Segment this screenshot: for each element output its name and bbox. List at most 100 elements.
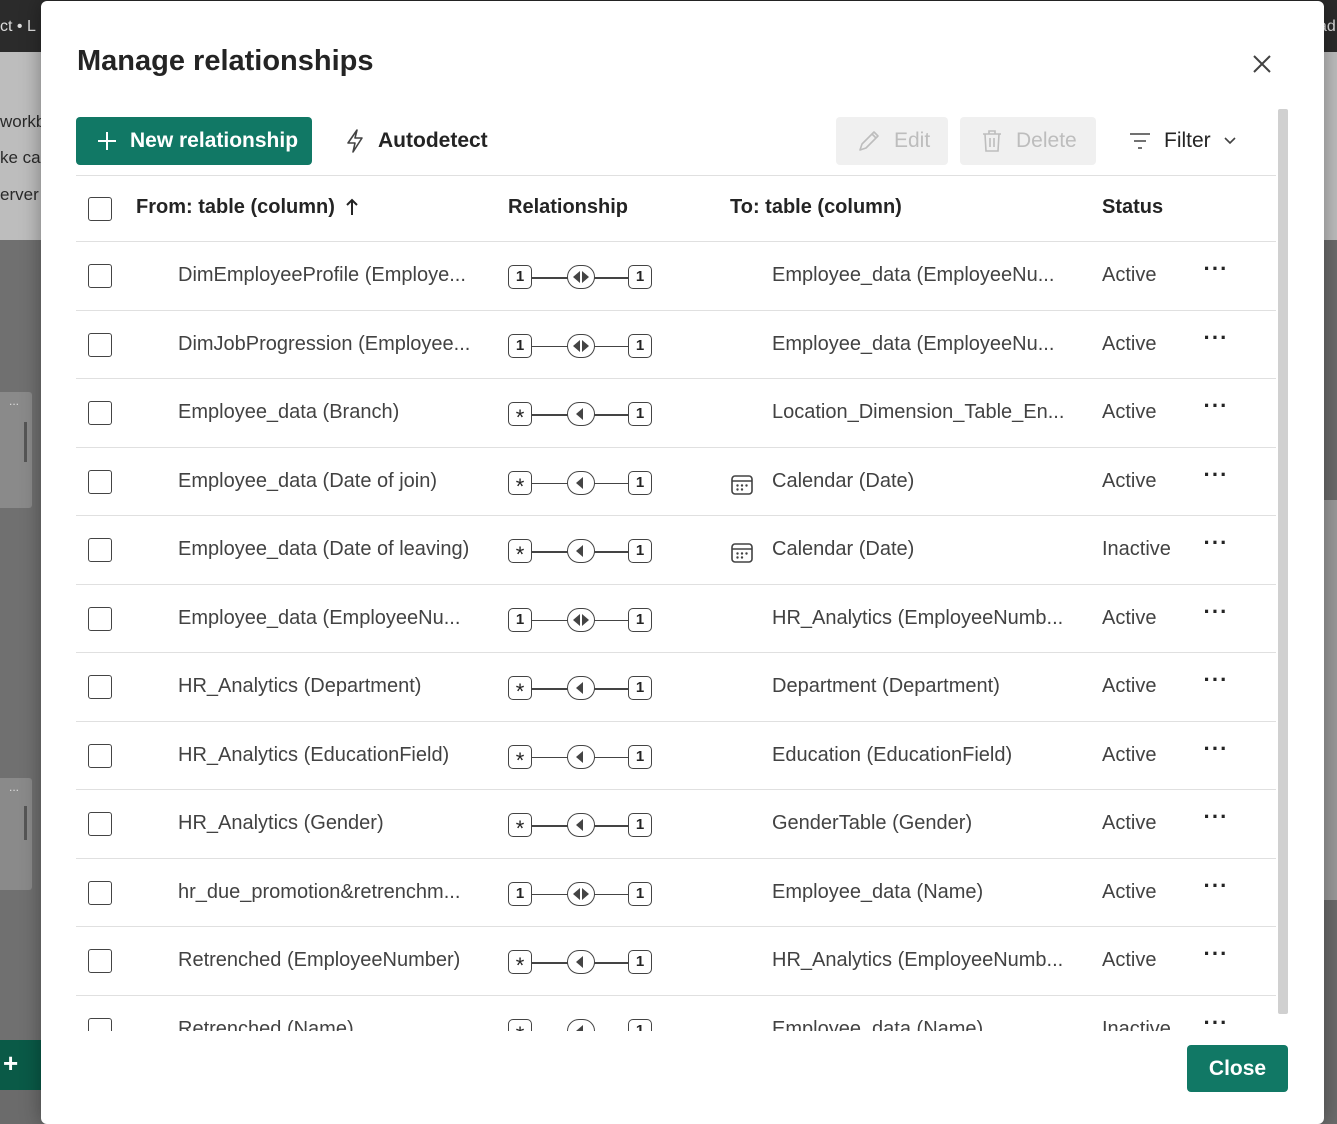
more-options-icon[interactable]: ··· (1202, 393, 1230, 421)
row-from-table: Employee_data (Date of join) (178, 469, 438, 492)
status-text: Active (1102, 401, 1157, 423)
background-table-card: ... (0, 392, 32, 508)
background-canvas (0, 240, 42, 1040)
manage-relationships-dialog: Manage relationships New relationship Au… (41, 1, 1324, 1124)
more-options-icon[interactable]: ··· (1202, 941, 1230, 969)
table-row[interactable]: Employee_data (Branch) * 1 Location_Dimensi… (76, 379, 1276, 448)
relationship-line (594, 688, 628, 690)
autodetect-button[interactable]: Autodetect (344, 117, 488, 165)
row-checkbox[interactable] (88, 743, 112, 768)
background-table-card: ... (0, 778, 32, 890)
to-cardinality: 1 (628, 950, 652, 974)
from-cardinality: * (508, 402, 532, 430)
to-cardinality: 1 (628, 265, 652, 289)
table-row[interactable]: HR_Analytics (EducationField) * 1 Education… (76, 722, 1276, 790)
more-options-icon[interactable]: ··· (1202, 736, 1230, 764)
row-checkbox[interactable] (88, 332, 112, 357)
more-options-icon[interactable]: ··· (1202, 667, 1230, 695)
table-scrollbar[interactable] (1278, 109, 1288, 1014)
more-options-icon[interactable]: ··· (1202, 530, 1230, 558)
to-cardinality: 1 (628, 333, 652, 358)
relationship-line (594, 962, 628, 964)
row-checkbox[interactable] (88, 469, 112, 494)
from-cardinality: 1 (508, 265, 532, 289)
relationship-diagram: 11 (506, 262, 656, 292)
from-cardinality: * (508, 676, 532, 704)
row-to-table: HR_Analytics (EmployeeNumb... (772, 949, 1064, 971)
table-row[interactable]: Employee_data (Date of join) * 1 Calendar (… (76, 448, 1276, 516)
background-right-panel (1324, 52, 1337, 240)
relationship-line (594, 551, 628, 553)
table-row[interactable]: HR_Analytics (Gender) * 1 GenderTable (Gend… (76, 790, 1276, 859)
relationship-line (532, 414, 568, 416)
row-checkbox[interactable] (88, 949, 112, 973)
more-options-icon[interactable]: ··· (1202, 325, 1230, 353)
relationship-line (532, 688, 568, 690)
table-row[interactable]: Employee_data (Date of leaving) * 1 Calenda… (76, 516, 1276, 585)
row-from-table: Retrenched (Name) (178, 1017, 354, 1032)
close-button[interactable]: Close (1187, 1045, 1288, 1092)
background-card-menu: ... (9, 394, 20, 408)
trash-icon (983, 130, 1001, 152)
table-row[interactable]: Retrenched (Name)*1Employee_data (Name)I… (76, 996, 1276, 1032)
row-checkbox[interactable] (88, 538, 112, 562)
status-text: Active (1102, 743, 1157, 766)
to-cardinality: 1 (628, 744, 652, 769)
more-options-icon[interactable]: ··· (1202, 1010, 1230, 1032)
relationship-line (594, 414, 628, 416)
more-options-icon[interactable]: ··· (1202, 256, 1230, 284)
single-direction-filter-icon (567, 1018, 595, 1031)
relationship-diagram: *1 (506, 468, 656, 499)
more-options-icon[interactable]: ··· (1202, 462, 1230, 490)
delete-button[interactable]: Delete (960, 117, 1096, 165)
more-options-icon[interactable]: ··· (1202, 804, 1230, 832)
relationship-line (532, 1030, 568, 1031)
row-to-table: Calendar (Date) (772, 538, 915, 560)
row-checkbox[interactable] (88, 675, 112, 699)
relationship-diagram: 11 (506, 879, 656, 909)
edit-button[interactable]: Edit (836, 117, 948, 165)
relationship-diagram: 11 (506, 331, 656, 361)
more-options-icon[interactable]: ··· (1202, 599, 1230, 627)
new-relationship-button[interactable]: New relationship (76, 117, 312, 165)
relationship-line (532, 962, 568, 964)
close-icon[interactable] (1247, 49, 1277, 79)
table-row[interactable]: hr_due_promotion&retrenchm... 1 1 Employee_… (76, 859, 1276, 927)
table-row[interactable]: DimEmployeeProfile (Employe... 1 1 Employee… (76, 242, 1276, 311)
row-to-table: GenderTable (Gender) (772, 812, 973, 834)
relationship-diagram: *1 (506, 810, 656, 841)
row-checkbox[interactable] (88, 606, 112, 631)
relationship-line (594, 825, 628, 827)
relationship-diagram: *1 (506, 742, 656, 773)
filter-button[interactable]: Filter (1128, 117, 1237, 165)
edit-label: Edit (894, 129, 931, 152)
relationship-line (594, 345, 628, 347)
select-all-checkbox[interactable] (88, 197, 112, 221)
row-from-table: HR_Analytics (EducationField) (178, 743, 450, 766)
to-cardinality: 1 (628, 470, 652, 495)
more-options-icon[interactable]: ··· (1202, 873, 1230, 901)
row-from-table: Employee_data (EmployeeNu... (178, 606, 461, 629)
row-checkbox[interactable] (88, 812, 112, 836)
single-direction-filter-icon (567, 539, 595, 563)
table-row[interactable]: Retrenched (EmployeeNumber) * 1 HR_Analytic… (76, 927, 1276, 996)
row-to-table: Employee_data (Name) (772, 1017, 984, 1032)
single-direction-filter-icon (567, 676, 595, 700)
dialog-title: Manage relationships (77, 45, 374, 77)
calendar-icon (730, 473, 754, 503)
row-checkbox[interactable] (88, 401, 112, 425)
bidirectional-filter-icon (567, 607, 595, 632)
table-row[interactable]: HR_Analytics (Department) * 1 Department (D… (76, 653, 1276, 722)
column-header-from[interactable]: From: table (column) (136, 196, 335, 219)
background-left-panel: workb ke ca erver (0, 52, 45, 240)
filter-icon (1130, 133, 1150, 149)
row-to-table: Employee_data (Name) (772, 880, 984, 903)
row-to-table: Location_Dimension_Table_En... (772, 401, 1065, 423)
relationship-line (532, 825, 568, 827)
row-checkbox[interactable] (88, 264, 112, 288)
row-checkbox[interactable] (88, 880, 112, 905)
row-checkbox[interactable] (88, 1017, 112, 1031)
table-row[interactable]: Employee_data (EmployeeNu... 1 1 HR_Analyti… (76, 585, 1276, 653)
plus-icon (98, 132, 116, 150)
table-row[interactable]: DimJobProgression (Employee... 1 1 Employee… (76, 311, 1276, 379)
